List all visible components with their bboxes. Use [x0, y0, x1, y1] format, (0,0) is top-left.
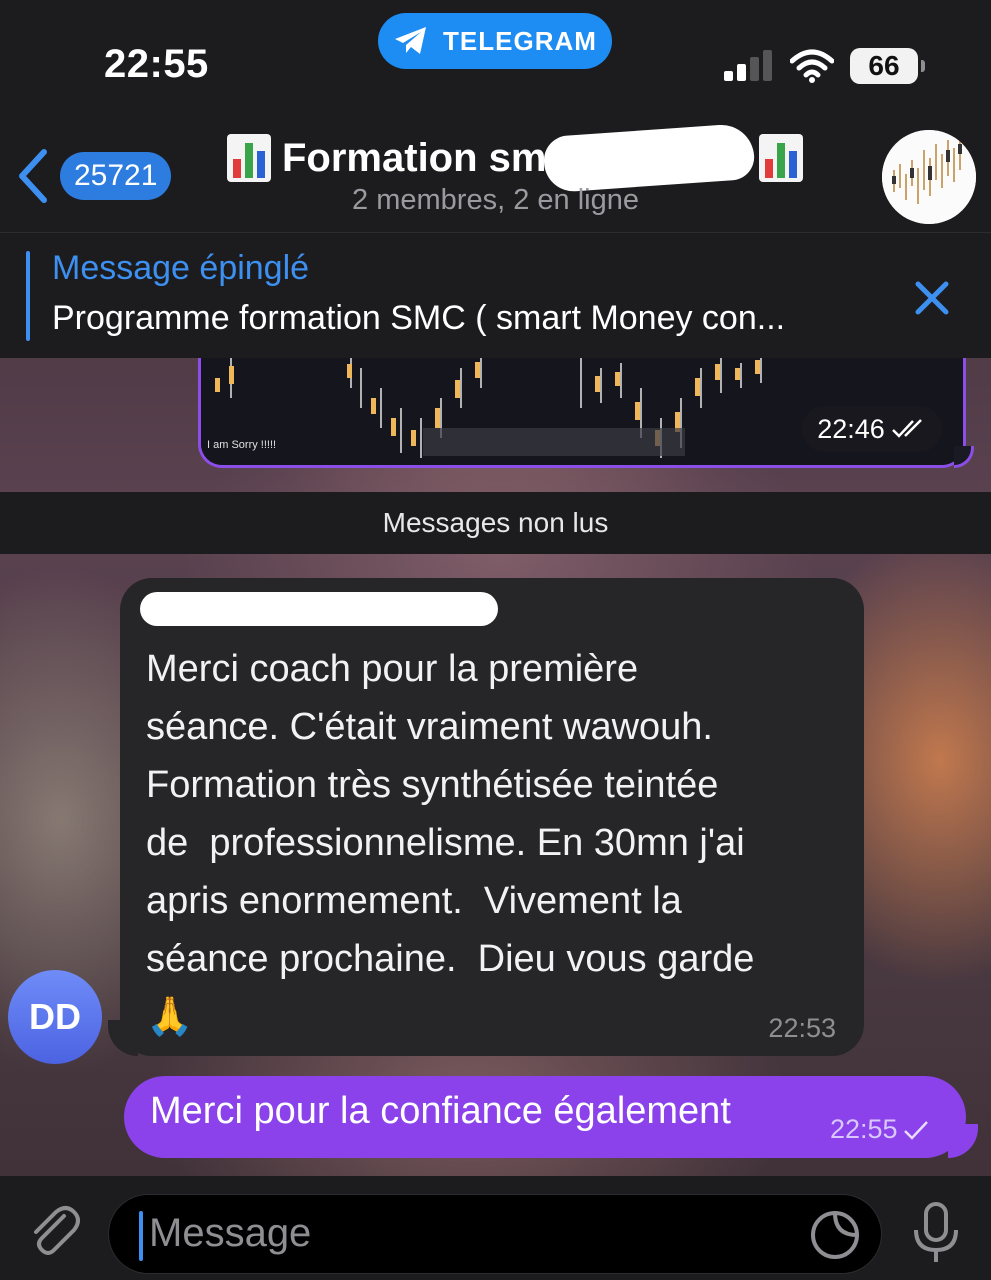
outgoing-message-time: 22:55 [830, 1114, 898, 1144]
telegram-pill-label: TELEGRAM [443, 25, 597, 56]
outgoing-message-text: Merci pour la confiance également [150, 1090, 731, 1132]
close-pinned-icon[interactable] [912, 278, 952, 318]
status-icons: 66 [722, 48, 925, 84]
sender-avatar[interactable]: DD [8, 970, 102, 1064]
group-avatar[interactable] [882, 130, 976, 224]
chat-title: Formation sm [282, 135, 547, 180]
incoming-message-text: Merci coach pour la première séance. C'é… [146, 648, 755, 1038]
telegram-plane-icon [395, 27, 427, 54]
message-composer: Message [0, 1176, 991, 1280]
text-caret [139, 1211, 143, 1261]
pinned-accent-bar [26, 251, 30, 341]
incoming-message-time: 22:53 [768, 1013, 836, 1043]
bar-chart-emoji-icon [227, 134, 271, 182]
status-time: 22:55 [104, 42, 209, 86]
message-input-placeholder: Message [149, 1211, 312, 1255]
message-input[interactable]: Message [108, 1194, 882, 1274]
chat-header: 25721 Formation sm 2 membres, 2 en ligne [0, 100, 991, 232]
image-message-time: 22:46 [817, 413, 885, 444]
image-time-chip: 22:46 [802, 406, 942, 452]
wifi-icon [790, 49, 834, 83]
pinned-label: Message épinglé [52, 249, 310, 287]
chat-subtitle: 2 membres, 2 en ligne [352, 184, 639, 216]
bar-chart-emoji-icon-end [759, 134, 804, 182]
status-bar: 22:55 TELEGRAM 66 [0, 0, 991, 100]
chat-title-row[interactable]: Formation sm [226, 122, 804, 194]
unread-messages-divider: Messages non lus [0, 492, 991, 554]
microphone-icon[interactable] [910, 1202, 962, 1266]
image-caption-text: I am Sorry !!!!! [207, 439, 276, 451]
outgoing-message-meta: 22:55 [830, 1114, 930, 1145]
outgoing-message-bubble[interactable]: Merci pour la confiance également 22:55 [124, 1076, 966, 1158]
cellular-signal-icon [724, 50, 772, 81]
single-check-icon [903, 1120, 928, 1140]
pinned-text: Programme formation SMC ( smart Money co… [52, 299, 786, 337]
battery-indicator: 66 [850, 48, 925, 84]
candlestick-chart-thumbnail [882, 130, 976, 224]
sticker-icon[interactable] [809, 1209, 861, 1261]
incoming-message-bubble[interactable]: Merci coach pour la première séance. C'é… [120, 578, 864, 1056]
pinned-message-bar[interactable]: Message épinglé Programme formation SMC … [0, 232, 991, 358]
sender-name-redaction [140, 592, 498, 626]
paperclip-icon[interactable] [24, 1202, 84, 1262]
redaction-mark [542, 122, 757, 194]
double-check-icon [891, 419, 922, 438]
telegram-return-pill[interactable]: TELEGRAM [378, 13, 612, 69]
